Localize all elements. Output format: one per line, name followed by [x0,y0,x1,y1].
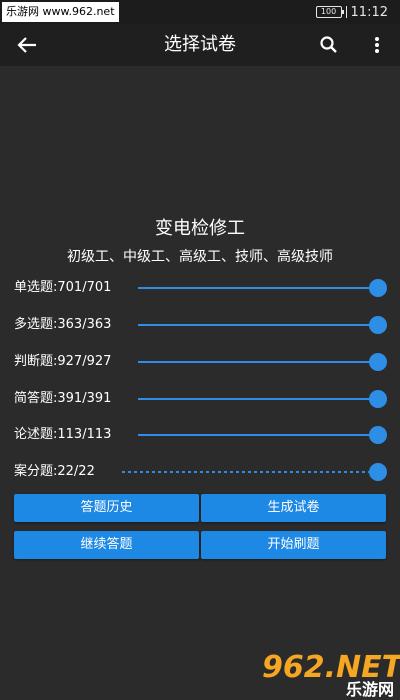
search-icon [320,36,337,53]
question-type-row-essay: 论述题:113/113 [0,423,400,447]
question-type-row-true-false: 判断题:927/927 [0,350,400,374]
back-button[interactable] [10,28,44,62]
question-type-label: 论述题:113/113 [14,427,112,442]
slider-track[interactable] [138,361,378,363]
slider-thumb[interactable] [369,390,387,408]
slider-track[interactable] [122,471,378,473]
question-type-row-single-choice: 单选题:701/701 [0,276,400,300]
slider-thumb[interactable] [369,353,387,371]
subject-title: 变电检修工 [155,218,245,239]
status-divider [345,6,347,18]
status-time: 11:12 [350,4,388,20]
question-type-label: 判断题:927/927 [14,354,112,369]
slider-track[interactable] [138,434,378,436]
slider-track[interactable] [138,398,378,400]
question-type-label: 简答题:391/391 [14,391,112,406]
page-title: 选择试卷 [164,34,236,55]
slider-thumb[interactable] [369,426,387,444]
question-type-label: 多选题:363/363 [14,317,112,332]
battery-icon: 100 [315,6,344,18]
more-options-button[interactable] [362,28,392,62]
brand-logo-sub: 乐游网 [345,680,394,699]
question-type-row-case-analysis: 案分题:22/22 [0,460,400,484]
status-indicators: 100 11:12 [315,4,388,20]
watermark-text: 乐游网 www.962.net [2,2,119,22]
slider-thumb[interactable] [369,463,387,481]
search-button[interactable] [312,28,346,62]
question-type-label: 案分题:22/22 [14,464,95,479]
subject-levels: 初级工、中级工、高级工、技师、高级技师 [67,249,333,265]
status-bar: 乐游网 www.962.net 100 11:12 [0,0,400,24]
more-vertical-icon [375,37,379,53]
brand-logo: 962.NET 乐游网 [262,646,400,699]
answer-history-button[interactable]: 答题历史 [14,494,199,522]
slider-thumb[interactable] [369,279,387,297]
slider-track[interactable] [138,287,378,289]
app-bar: 选择试卷 [0,24,400,66]
arrow-left-icon [17,37,36,53]
start-practice-button[interactable]: 开始刷题 [201,531,386,559]
slider-track[interactable] [138,324,378,326]
question-type-row-multiple-choice: 多选题:363/363 [0,313,400,337]
question-type-label: 单选题:701/701 [14,280,112,295]
question-type-row-short-answer: 简答题:391/391 [0,387,400,411]
slider-thumb[interactable] [369,316,387,334]
continue-answering-button[interactable]: 继续答题 [14,531,199,559]
generate-paper-button[interactable]: 生成试卷 [201,494,386,522]
